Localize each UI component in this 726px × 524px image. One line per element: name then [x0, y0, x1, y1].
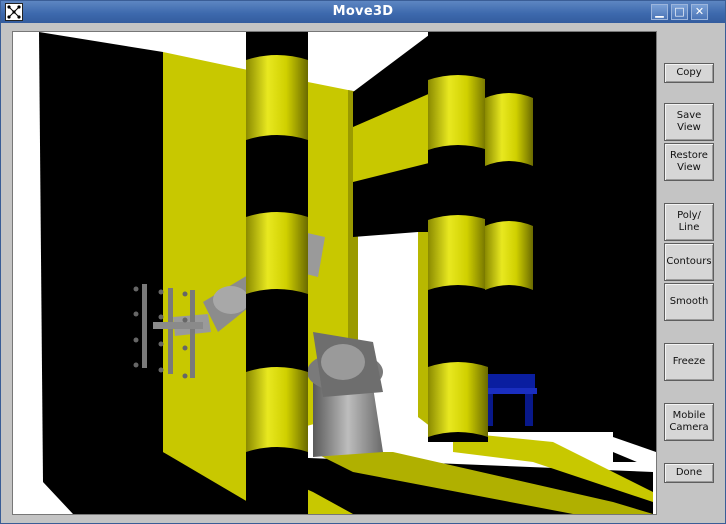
save-view-button[interactable]: Save View	[664, 103, 714, 141]
mobile-camera-button[interactable]: Mobile Camera	[664, 403, 714, 441]
copy-button[interactable]: Copy	[664, 63, 714, 83]
far-right-wall	[613, 32, 656, 462]
left-wall	[39, 32, 163, 482]
move3d-window: Move3D ▁ □ ✕ Copy Save View Restore View…	[0, 0, 726, 524]
restore-view-button[interactable]: Restore View	[664, 143, 714, 181]
maximize-icon[interactable]: □	[671, 4, 688, 20]
done-button[interactable]: Done	[664, 463, 714, 483]
window-title: Move3D	[332, 4, 394, 19]
tool-rack	[133, 284, 203, 379]
freeze-button[interactable]: Freeze	[664, 343, 714, 381]
poly-line-button[interactable]: Poly/ Line	[664, 203, 714, 241]
title-bar[interactable]: Move3D ▁ □ ✕	[1, 1, 725, 23]
3d-viewport[interactable]	[12, 31, 657, 515]
striped-pillar-3	[485, 42, 533, 317]
striped-pillar-1	[246, 32, 308, 514]
contours-button[interactable]: Contours	[664, 243, 714, 281]
smooth-button[interactable]: Smooth	[664, 283, 714, 321]
scene-render	[13, 32, 656, 514]
yellow-panel-left	[163, 52, 248, 502]
control-panel: Copy Save View Restore View Poly/ Line C…	[661, 31, 721, 513]
close-icon[interactable]: ✕	[691, 4, 708, 20]
minimize-icon[interactable]: ▁	[651, 4, 668, 20]
striped-pillar-2	[428, 32, 488, 442]
